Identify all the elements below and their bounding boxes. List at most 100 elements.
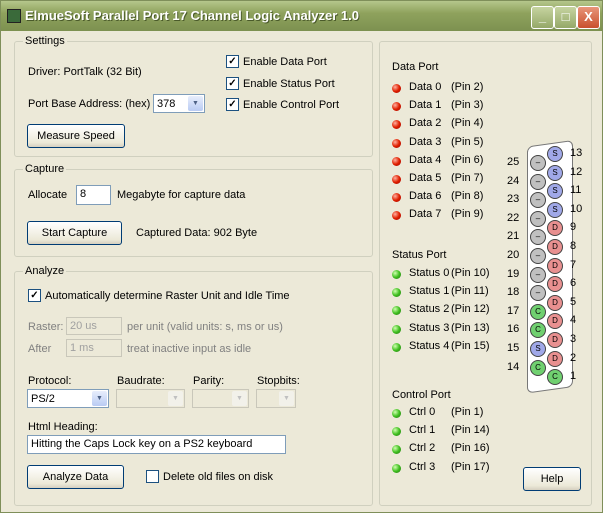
pin-number: 1 [570,370,577,383]
driver-label: Driver: PortTalk (32 Bit) [28,66,142,78]
status-line-pin: (Pin 10) [451,267,490,279]
connector-pin: D [547,257,563,274]
pin-number: 9 [570,221,577,234]
data-line-pin: (Pin 9) [451,208,484,221]
protocol-select[interactable]: PS/2 ▼ [27,389,109,408]
connector-pin: S [547,146,563,162]
port-address-value: 378 [157,98,176,110]
connector-pin: – [530,210,546,227]
chevron-down-icon: ▼ [92,391,107,406]
raster-input[interactable]: 20 us [66,317,122,335]
help-button[interactable]: Help [523,467,581,491]
data-line-name: Data 5 [409,172,442,184]
status-line-name: Status 2 [409,303,450,316]
analyze-data-button[interactable]: Analyze Data [27,465,124,489]
captured-data-label: Captured Data: 902 Byte [136,227,258,239]
green-led-icon [392,324,401,334]
pin-number: 8 [570,240,577,252]
parity-select[interactable]: ▼ [192,389,249,408]
data-line-name: Data 1 [409,99,442,112]
start-capture-button[interactable]: Start Capture [27,221,122,245]
delete-old-files-checkbox[interactable] [146,470,159,483]
baudrate-select[interactable]: ▼ [116,389,185,408]
stopbits-label: Stopbits: [257,375,300,387]
minimize-button[interactable]: _ [531,6,554,29]
pin-number: 23 [507,193,520,206]
raster-label: Raster: [28,321,64,333]
chevron-down-icon: ▼ [188,96,203,111]
control-line-name: Ctrl 3 [409,460,436,473]
connector-pin: D [547,294,563,311]
pin-number: 7 [570,258,577,271]
title-bar[interactable]: ElmueSoft Parallel Port 17 Channel Logic… [1,1,602,31]
allocate-input[interactable]: 8 [76,185,111,205]
idle-text-label: treat inactive input as idle [127,343,252,355]
connector-pin: – [530,155,546,171]
pin-number: 19 [507,267,520,280]
connector-pin: D [547,239,563,255]
data-line-pin: (Pin 8) [451,190,484,203]
connector-pin: C [530,303,546,320]
status-line-pin: (Pin 11) [451,285,489,298]
connector-pin: D [547,350,563,367]
connector-pin: C [530,359,546,376]
analyze-legend: Analyze [23,265,67,277]
pin-number: 4 [570,314,577,327]
pin-number: 10 [570,202,583,215]
control-line-name: Ctrl 1 [409,424,436,437]
data-line-pin: (Pin 6) [451,153,484,166]
enable-control-port-label: Enable Control Port [243,99,339,111]
idle-time-input[interactable]: 1 ms [66,339,122,357]
pin-number: 21 [507,230,520,243]
app-icon [7,9,21,23]
pin-number: 6 [570,277,577,290]
data-port-title: Data Port [392,61,439,73]
close-button[interactable]: X [577,6,600,29]
control-line-name: Ctrl 0 [409,406,436,418]
html-heading-input[interactable]: Hitting the Caps Lock key on a PS2 keybo… [27,435,286,454]
green-led-icon [392,409,401,418]
baudrate-label: Baudrate: [117,375,165,387]
control-line-name: Ctrl 2 [409,442,436,455]
enable-status-port-checkbox[interactable]: ✓ [226,77,239,90]
window-title: ElmueSoft Parallel Port 17 Channel Logic… [25,8,360,23]
pin-number: 24 [507,174,520,187]
maximize-button[interactable]: □ [554,6,577,29]
enable-data-port-label: Enable Data Port [243,56,327,68]
control-port-title: Control Port [392,389,451,401]
status-line-pin: (Pin 15) [451,339,490,352]
green-led-icon [392,270,401,279]
pin-number: 2 [570,351,577,364]
port-address-select[interactable]: 378 ▼ [153,94,205,113]
allocate-unit-label: Megabyte for capture data [117,189,246,201]
stopbits-select[interactable]: ▼ [256,389,296,408]
parity-label: Parity: [193,375,225,387]
data-line-pin: (Pin 2) [451,81,484,93]
html-heading-label: Html Heading: [28,421,98,433]
port-address-label: Port Base Address: (hex) [28,98,151,110]
measure-speed-button[interactable]: Measure Speed [27,124,125,148]
control-line-pin: (Pin 14) [451,424,490,437]
allocate-label: Allocate [28,189,68,201]
pin-number: 22 [507,211,520,224]
pin-number: 15 [507,342,520,354]
settings-legend: Settings [23,35,67,47]
connector-pin: – [530,173,546,190]
data-line-name: Data 2 [409,117,442,130]
data-line-pin: (Pin 3) [451,99,484,112]
pin-number: 25 [507,156,520,168]
enable-control-port-checkbox[interactable]: ✓ [226,98,239,111]
enable-status-port-label: Enable Status Port [243,78,335,90]
auto-raster-checkbox[interactable]: ✓ [28,289,41,302]
enable-data-port-checkbox[interactable]: ✓ [226,55,239,68]
connector-pin: S [547,164,563,181]
connector-pin: – [530,248,546,264]
auto-raster-label: Automatically determine Raster Unit and … [45,290,290,302]
data-line-name: Data 3 [409,135,442,148]
green-led-icon [392,342,401,352]
pin-number: 11 [570,184,582,197]
status-line-pin: (Pin 13) [451,321,490,334]
after-label: After [28,343,52,355]
control-line-pin: (Pin 1) [451,406,484,418]
pin-number: 3 [570,333,577,345]
